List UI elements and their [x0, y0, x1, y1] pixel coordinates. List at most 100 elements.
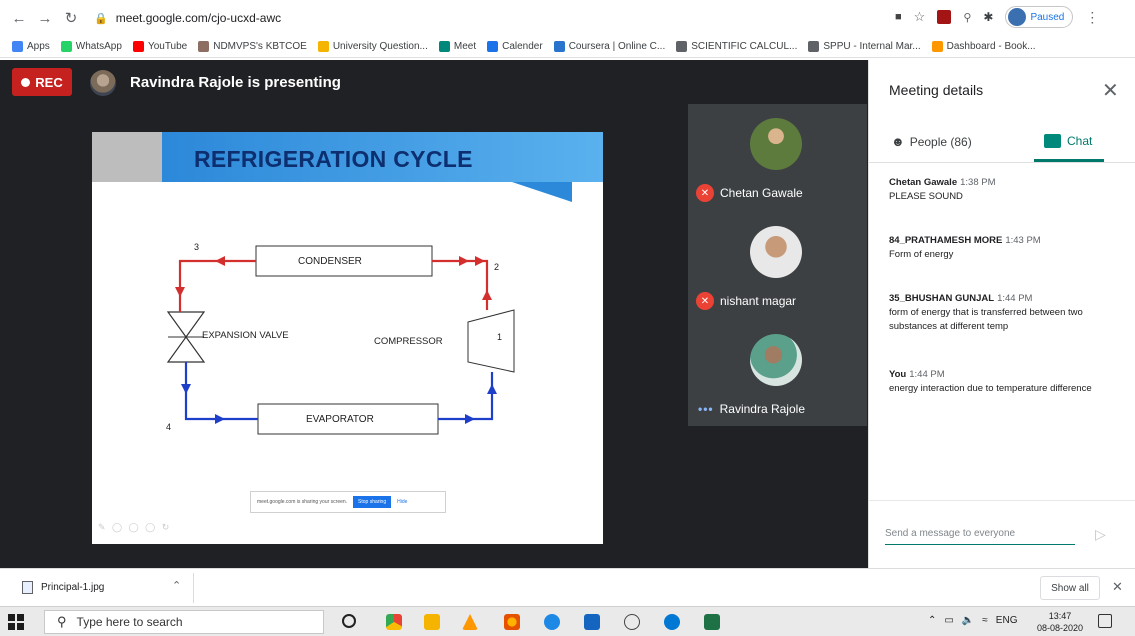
bookmark-label: YouTube: [147, 41, 188, 52]
participant-tile-nishant[interactable]: ✕ nishant magar: [696, 292, 796, 310]
bookmark-item[interactable]: NDMVPS's KBTCOE: [198, 41, 307, 52]
wifi-icon[interactable]: ≈: [982, 615, 988, 626]
point-1-label: 1: [497, 332, 503, 342]
participant-name: Chetan Gawale: [720, 186, 803, 200]
url-text: meet.google.com/cjo-ucxd-awc: [115, 11, 282, 25]
clock-date: 08-08-2020: [1036, 623, 1084, 633]
address-bar[interactable]: 🔒 meet.google.com/cjo-ucxd-awc: [94, 6, 884, 30]
presenter-avatar: [90, 70, 116, 96]
downloads-bar: Principal-1.jpg ⌃ Show all ✕: [0, 568, 1135, 606]
send-icon[interactable]: ▷: [1095, 526, 1106, 543]
chevron-up-icon[interactable]: ⌃: [928, 615, 936, 626]
close-icon[interactable]: ✕: [1102, 78, 1119, 103]
stop-sharing-button[interactable]: Stop sharing: [353, 496, 392, 508]
bookmark-item[interactable]: SPPU - Internal Mar...: [808, 41, 921, 52]
more-vert-icon[interactable]: ⋮: [1085, 9, 1099, 26]
browser-toolbar: ← → ↻ 🔒 meet.google.com/cjo-ucxd-awc ■ ☆…: [0, 0, 1135, 36]
profile-paused-button[interactable]: Paused: [1005, 6, 1074, 28]
bookmark-label: Coursera | Online C...: [568, 41, 666, 52]
camera-extension-icon[interactable]: ■: [895, 11, 902, 23]
chat-input[interactable]: Send a message to everyone: [885, 528, 1075, 539]
bookmark-item[interactable]: University Question...: [317, 41, 428, 52]
point-2-label: 2: [494, 262, 500, 272]
bookmark-icon: [931, 41, 943, 52]
search-extension-icon[interactable]: ⚲: [963, 11, 971, 24]
clock[interactable]: 13:47 08-08-2020: [1034, 610, 1086, 634]
participant-name: Ravindra Rajole: [719, 402, 805, 416]
bookmark-label: SCIENTIFIC CALCUL...: [691, 41, 798, 52]
notification-icon[interactable]: [1098, 614, 1112, 628]
extension-area: ■ ☆ ⚲ ✱ Paused ⋮: [895, 6, 1099, 28]
volume-icon[interactable]: 🔈: [962, 615, 974, 626]
participant-tile-chetan[interactable]: ✕ Chetan Gawale: [696, 184, 803, 202]
bookmark-item[interactable]: Calender: [487, 41, 543, 52]
point-4-label: 4: [166, 422, 172, 432]
message-time: 1:44 PM: [909, 369, 945, 380]
edge-icon[interactable]: [664, 614, 680, 630]
network-icon[interactable]: ▭: [944, 615, 953, 626]
show-all-button[interactable]: Show all: [1040, 576, 1100, 600]
evaporator-label: EVAPORATOR: [306, 414, 374, 425]
download-item[interactable]: Principal-1.jpg: [22, 581, 104, 594]
app-icon[interactable]: [584, 614, 600, 630]
chevron-up-icon[interactable]: ⌃: [172, 579, 181, 592]
bookmark-label: University Question...: [332, 41, 428, 52]
download-file-name: Principal-1.jpg: [41, 582, 105, 593]
tab-chat[interactable]: Chat: [1044, 134, 1092, 148]
close-icon[interactable]: ✕: [1112, 579, 1123, 595]
chrome-icon[interactable]: [386, 614, 402, 630]
chat-input-underline: [885, 544, 1075, 545]
bookmark-item[interactable]: Coursera | Online C...: [553, 41, 666, 52]
app-icon[interactable]: [544, 614, 560, 630]
bookmark-label: NDMVPS's KBTCOE: [213, 41, 307, 52]
participant-tiles: ✕ Chetan Gawale ✕ nishant magar ••• Ravi…: [688, 104, 867, 426]
participant-avatar: [750, 226, 802, 278]
bookmark-item[interactable]: Dashboard - Book...: [931, 41, 1036, 52]
paused-label: Paused: [1030, 11, 1065, 23]
search-icon: ⚲: [57, 614, 67, 629]
bookmark-item[interactable]: SCIENTIFIC CALCUL...: [676, 41, 797, 52]
excel-icon[interactable]: [704, 614, 720, 630]
more-dots-icon: •••: [698, 402, 714, 416]
firefox-icon[interactable]: [504, 614, 520, 630]
bookmark-label: SPPU - Internal Mar...: [823, 41, 921, 52]
bookmark-icon: [12, 41, 23, 52]
bookmark-item[interactable]: Meet: [438, 41, 476, 52]
message-text: Form of energy: [889, 249, 954, 260]
participant-tile-ravindra[interactable]: ••• Ravindra Rajole: [698, 402, 805, 416]
bookmark-label: Calender: [502, 41, 543, 52]
bookmarks-bar: Apps WhatsApp YouTube NDMVPS's KBTCOE Univer…: [0, 36, 1135, 58]
bookmark-item[interactable]: YouTube: [132, 41, 188, 52]
taskbar-search[interactable]: ⚲ Type here to search: [44, 610, 324, 634]
bookmark-icon: [317, 41, 329, 52]
language-indicator[interactable]: ENG: [996, 615, 1018, 626]
hide-button[interactable]: Hide: [397, 499, 407, 505]
tab-people[interactable]: ☻ People (86): [891, 134, 972, 149]
meeting-stage: REC Ravindra Rajole is presenting REFRIG…: [0, 60, 868, 568]
valve-bottom: [166, 335, 206, 363]
forward-arrow-icon[interactable]: →: [34, 7, 56, 29]
bookmark-icon: [676, 41, 688, 52]
lock-icon: 🔒: [94, 12, 108, 25]
back-arrow-icon[interactable]: ←: [8, 7, 30, 29]
refrigeration-diagram: [166, 245, 515, 435]
app-icon[interactable]: [624, 614, 640, 630]
meeting-details-panel: Meeting details ✕ ☻ People (86) Chat Che…: [868, 60, 1135, 568]
puzzle-icon[interactable]: ✱: [983, 10, 993, 24]
red-line-condenser-valve: [178, 259, 256, 312]
message-sender: 35_BHUSHAN GUNJAL: [889, 293, 995, 304]
rec-label: REC: [35, 74, 63, 90]
message-sender: You: [889, 369, 907, 380]
bookmark-item[interactable]: WhatsApp: [60, 41, 122, 52]
star-icon[interactable]: ☆: [914, 9, 926, 25]
mic-off-icon: ✕: [696, 292, 714, 310]
bookmark-icon: [132, 41, 144, 52]
pdf-extension-icon[interactable]: [937, 10, 952, 24]
file-explorer-icon[interactable]: [424, 614, 440, 630]
windows-start-icon[interactable]: [8, 614, 24, 630]
vlc-icon[interactable]: [462, 614, 478, 630]
reload-icon[interactable]: ↻: [60, 7, 82, 29]
cortana-icon[interactable]: [342, 614, 356, 628]
bookmark-item[interactable]: Apps: [12, 41, 50, 52]
message-sender: Chetan Gawale: [889, 177, 958, 188]
